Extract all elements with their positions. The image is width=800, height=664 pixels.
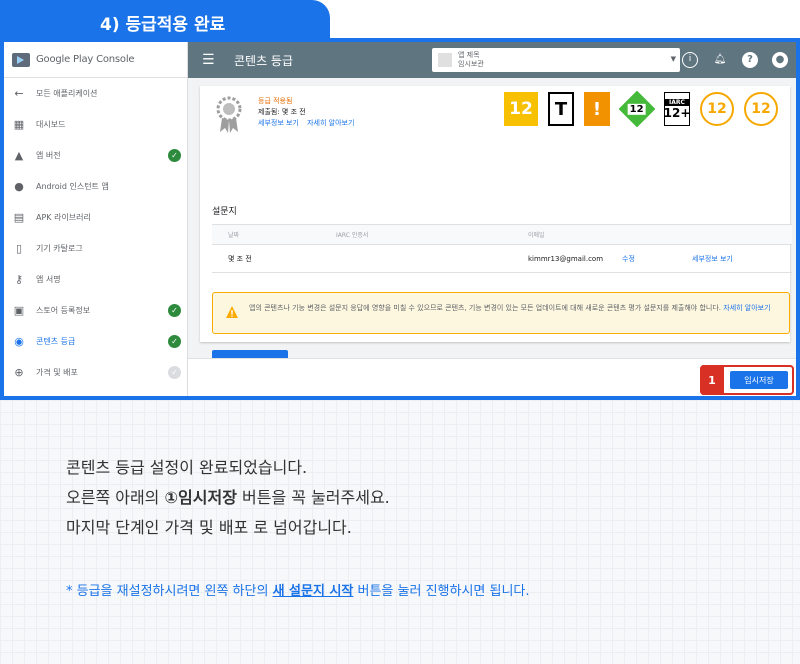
logo[interactable]: Google Play Console (4, 42, 187, 78)
learn-more-link[interactable]: 자세히 알아보기 (307, 119, 354, 127)
col-iarc: IARC 인증서 (336, 232, 369, 239)
sidebar-item-label: 대시보드 (36, 120, 66, 129)
check-icon: ✓ (168, 304, 181, 317)
notification-bell-icon[interactable]: 🔔︎ (712, 52, 728, 68)
app-title: 앱 제목 (458, 51, 480, 59)
usk-12-icon: 12 (618, 90, 656, 128)
rating-icons: 12 T ! 12 IARC 12+ 12 12 (504, 90, 778, 128)
dashboard-icon: ▦ (13, 118, 25, 131)
screenshot-frame: Google Play Console ← 모든 애플리케이션 ▦ 대시보드 ▲… (0, 38, 800, 400)
sidebar-item-label: 스토어 등록정보 (36, 306, 91, 315)
view-details-link[interactable]: 세부정보 보기 (258, 119, 299, 127)
bottom-action-bar: 1 임시저장 (188, 358, 796, 396)
row-date: 몇 조 전 (228, 254, 252, 263)
sidebar-item-all-apps[interactable]: ← 모든 애플리케이션 (4, 78, 187, 109)
sidebar-item-instant-apps[interactable]: ● Android 인스턴트 앱 (4, 171, 187, 202)
topbar: ☰ 콘텐츠 등급 앱 제목 임시보관 ▼ i 🔔︎ ? ● (188, 42, 796, 78)
callout-number: 1 (700, 365, 724, 395)
sidebar-item-label: APK 라이브러리 (36, 213, 91, 222)
sidebar: Google Play Console ← 모든 애플리케이션 ▦ 대시보드 ▲… (4, 42, 188, 396)
award-badge-icon (216, 96, 242, 133)
warning-text: 앱의 콘텐츠나 기능 변경은 설문지 응답에 영향을 미칠 수 있으므로 콘텐츠… (249, 304, 722, 312)
sidebar-item-label: 앱 버전 (36, 151, 61, 160)
col-date: 날짜 (228, 232, 240, 239)
sidebar-item-content-rating[interactable]: ◉ 콘텐츠 등급 ✓ (4, 326, 187, 357)
app-selector[interactable]: 앱 제목 임시보관 ▼ (432, 48, 680, 72)
step-tab: 4) 등급적용 완료 (0, 0, 330, 42)
app-status: 임시보관 (458, 60, 484, 68)
device-catalog-icon: ▯ (15, 242, 23, 255)
store-listing-icon: ▣ (13, 304, 25, 317)
sidebar-item-dashboard[interactable]: ▦ 대시보드 (4, 109, 187, 140)
logo-text: Google Play Console (36, 54, 135, 65)
sidebar-item-label: 가격 및 배포 (36, 368, 78, 377)
sidebar-item-app-signing[interactable]: ⚷ 앱 서명 (4, 264, 187, 295)
iarc-12-icon: IARC 12+ (664, 92, 690, 126)
help-icon[interactable]: ? (742, 52, 758, 68)
questionnaire-title: 설문지 (212, 207, 237, 217)
chevron-down-icon: ▼ (670, 55, 676, 63)
pending-check-icon: ✓ (168, 366, 181, 379)
page-title: 콘텐츠 등급 (234, 53, 294, 68)
play-console-screen: Google Play Console ← 모든 애플리케이션 ▦ 대시보드 ▲… (4, 42, 796, 396)
col-email: 이메일 (528, 232, 545, 239)
pegi-warning-icon: ! (584, 92, 610, 126)
android-instant-icon: ● (14, 180, 24, 193)
info-icon[interactable]: i (682, 52, 698, 68)
sidebar-item-label: 앱 서명 (36, 275, 61, 284)
instruction-line-3: 마지막 단계인 가격 및 배포 로 넘어갑니다. (66, 518, 352, 537)
warning-learn-more-link[interactable]: 자세히 알아보기 (723, 304, 770, 312)
note-highlight: 새 설문지 시작 (272, 584, 354, 599)
step-title: 4) 등급적용 완료 (100, 15, 226, 35)
sidebar-item-device-catalog[interactable]: ▯ 기기 카탈로그 (4, 233, 187, 264)
row-email: kimmr13@gmail.com (528, 254, 604, 263)
esrb-teen-icon: T (548, 92, 574, 126)
row-details-link[interactable]: 세부정보 보기 (692, 254, 733, 264)
instruction-line-2: 오른쪽 아래의 ①임시저장 버튼을 꼭 눌러주세요. (66, 488, 390, 507)
warning-banner: 앱의 콘텐츠나 기능 변경은 설문지 응답에 영향을 미칠 수 있으므로 콘텐츠… (212, 292, 790, 334)
questionnaire-table: 날짜 IARC 인증서 이메일 몇 조 전 kimmr13@gmail.com … (212, 224, 792, 273)
key-icon: ⚷ (14, 273, 24, 286)
instruction-line-1: 콘텐츠 등급 설정이 완료되었습니다. (66, 458, 308, 477)
rating-12-circle-icon-2: 12 (744, 92, 778, 126)
sidebar-item-app-releases[interactable]: ▲ 앱 버전 ✓ (4, 140, 187, 171)
account-icon[interactable]: ● (772, 52, 788, 68)
arrow-left-icon: ← (14, 87, 24, 100)
menu-icon[interactable]: ☰ (202, 52, 218, 68)
sidebar-item-store-listing[interactable]: ▣ 스토어 등록정보 ✓ (4, 295, 187, 326)
apk-library-icon: ▤ (13, 211, 25, 224)
content-rating-icon: ◉ (14, 335, 24, 348)
sidebar-item-pricing[interactable]: ⊕ 가격 및 배포 ✓ (4, 357, 187, 388)
sidebar-item-label: 기기 카탈로그 (36, 244, 83, 253)
table-header: 날짜 IARC 인증서 이메일 (212, 225, 792, 245)
rating-12-circle-icon: 12 (700, 92, 734, 126)
edit-link[interactable]: 수정 (622, 254, 635, 264)
check-icon: ✓ (168, 149, 181, 162)
save-draft-button[interactable]: 임시저장 (730, 371, 788, 389)
content-rating-card: 등급 적용됨 제출됨: 몇 조 전 세부정보 보기 자세히 알아보기 12 T … (200, 86, 792, 374)
check-icon: ✓ (168, 335, 181, 348)
sidebar-item-apk-library[interactable]: ▤ APK 라이브러리 (4, 202, 187, 233)
sidebar-item-label: 콘텐츠 등급 (36, 337, 76, 346)
app-thumbnail (438, 53, 452, 67)
instructions-panel: 콘텐츠 등급 설정이 완료되었습니다. 오른쪽 아래의 ①임시저장 버튼을 꼭 … (0, 400, 800, 664)
sidebar-item-label: Android 인스턴트 앱 (36, 182, 109, 191)
reset-note: * 등급을 재설정하시려면 왼쪽 하단의 새 설문지 시작 버튼을 눌러 진행하… (66, 584, 530, 599)
warning-icon (226, 306, 238, 318)
globe-icon: ⊕ (14, 366, 24, 379)
sidebar-item-label: 모든 애플리케이션 (36, 89, 98, 98)
rating-status: 등급 적용됨 (258, 97, 293, 105)
save-callout: 1 임시저장 (700, 365, 794, 395)
submitted-date: 제출됨: 몇 조 전 (258, 108, 306, 116)
table-row: 몇 조 전 kimmr13@gmail.com 수정 세부정보 보기 (212, 245, 792, 273)
rocket-icon: ▲ (14, 149, 24, 162)
instruction-highlight: ①임시저장 (164, 488, 237, 507)
play-console-logo-icon (12, 52, 30, 67)
rating-12-yellow-icon: 12 (504, 92, 538, 126)
